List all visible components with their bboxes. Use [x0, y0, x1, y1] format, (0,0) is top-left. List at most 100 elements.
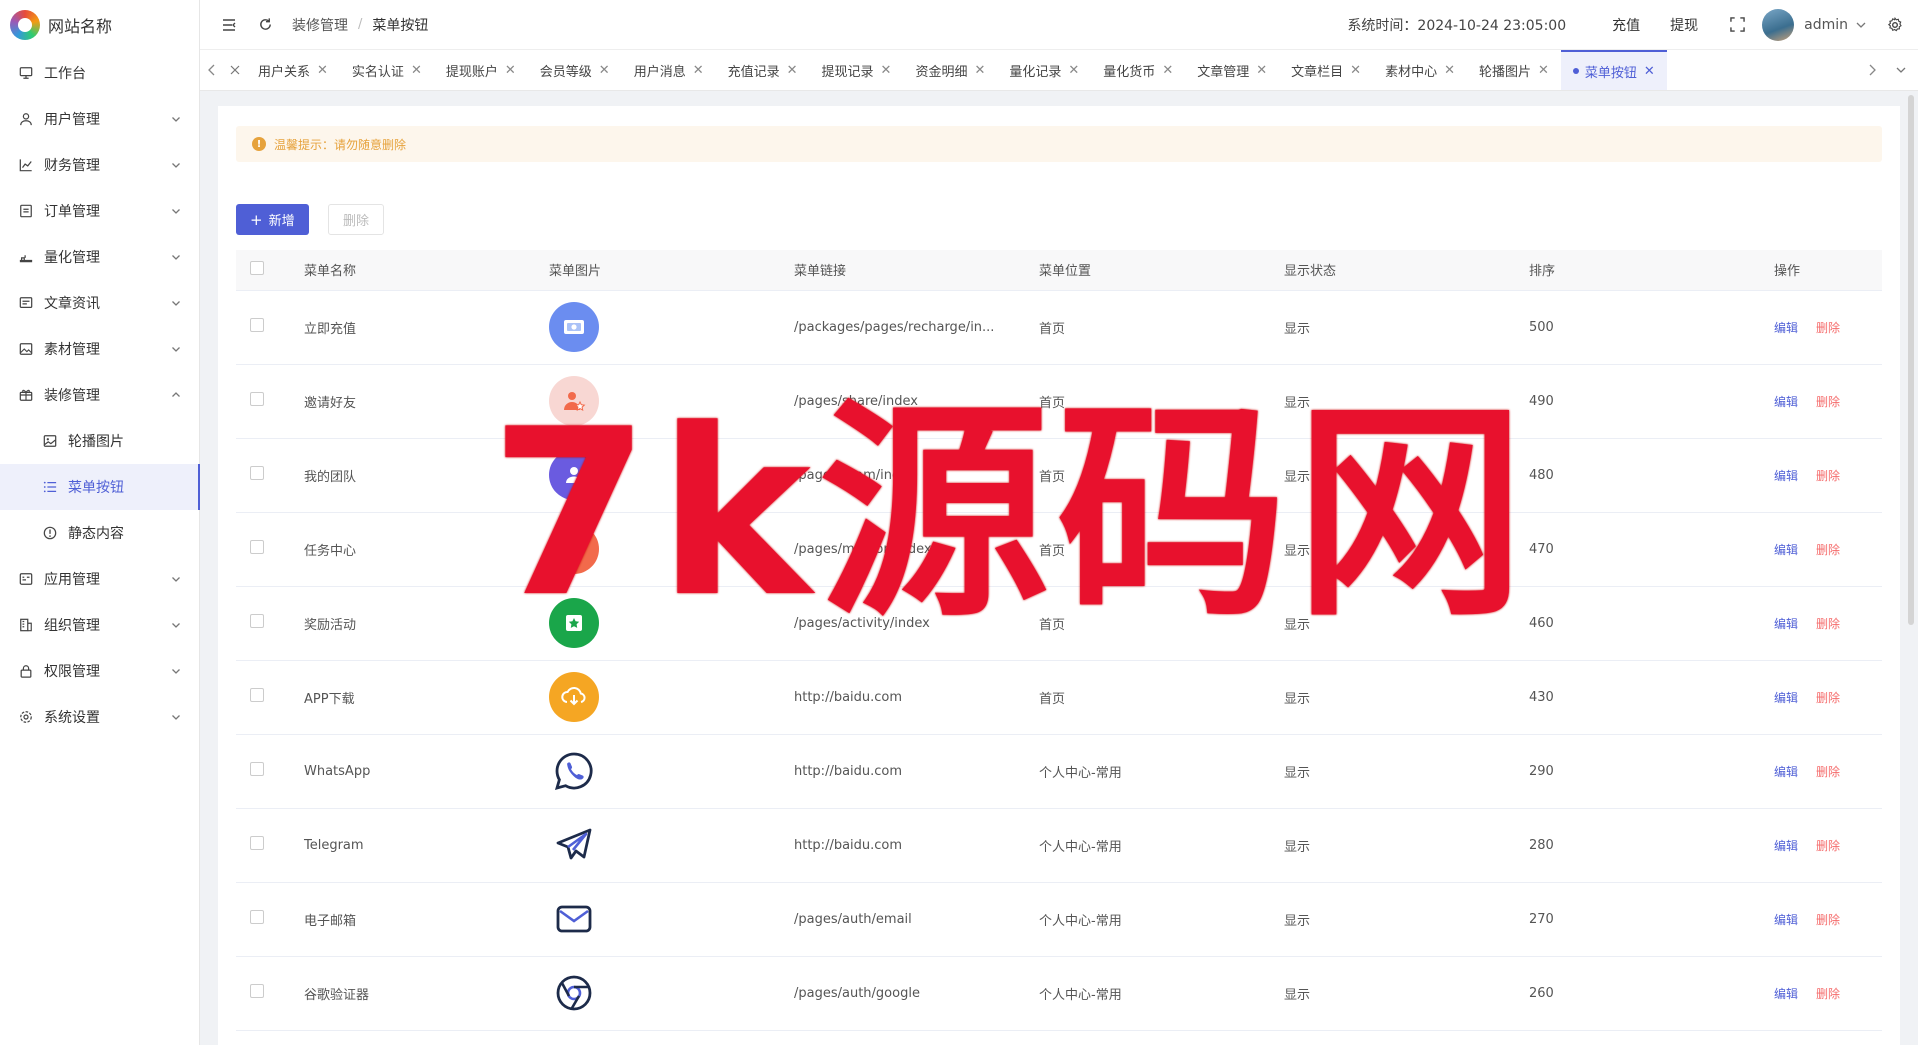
tab-close-icon[interactable]: ✕	[1538, 63, 1549, 78]
tab-close-icon[interactable]: ✕	[1162, 63, 1173, 78]
row-checkbox[interactable]	[250, 540, 264, 554]
delete-button[interactable]: 删除	[1816, 839, 1840, 853]
delete-button[interactable]: 删除	[1816, 543, 1840, 557]
menu-toggle-icon[interactable]	[220, 16, 238, 34]
edit-button[interactable]: 编辑	[1774, 469, 1798, 483]
sidebar-item-8[interactable]: 轮播图片	[0, 418, 199, 464]
tab-6[interactable]: 提现记录 ✕	[810, 50, 904, 90]
sidebar-item-11[interactable]: 应用管理	[0, 556, 199, 602]
tab-close-icon[interactable]: ✕	[1350, 63, 1361, 78]
tab-close-icon[interactable]: ✕	[411, 63, 422, 78]
tab-10[interactable]: 文章管理 ✕	[1185, 50, 1279, 90]
tab-close-icon[interactable]: ✕	[881, 63, 892, 78]
breadcrumb-parent[interactable]: 装修管理	[292, 15, 348, 35]
row-checkbox[interactable]	[250, 836, 264, 850]
tab-scroll-right-icon[interactable]	[1860, 50, 1884, 90]
sidebar-item-0[interactable]: 工作台	[0, 50, 199, 96]
delete-button[interactable]: 删除	[1816, 395, 1840, 409]
sidebar-item-label: 工作台	[44, 66, 86, 82]
tab-11[interactable]: 文章栏目 ✕	[1279, 50, 1373, 90]
delete-button[interactable]: 删除	[1816, 987, 1840, 1001]
sidebar-item-2[interactable]: 财务管理	[0, 142, 199, 188]
menu-status-cell: 显示	[1284, 808, 1529, 883]
sidebar-item-9[interactable]: 菜单按钮	[0, 464, 200, 510]
tab-close-icon[interactable]: ✕	[693, 63, 704, 78]
sidebar-item-3[interactable]: 订单管理	[0, 188, 199, 234]
delete-button[interactable]: 删除	[1816, 321, 1840, 335]
row-checkbox[interactable]	[250, 466, 264, 480]
tab-close-icon[interactable]: ✕	[787, 63, 798, 78]
tab-close-icon[interactable]: ✕	[1256, 63, 1267, 78]
sidebar-item-1[interactable]: 用户管理	[0, 96, 199, 142]
sidebar-item-6[interactable]: 素材管理	[0, 326, 199, 372]
tab-0[interactable]: 用户关系 ✕	[246, 50, 340, 90]
plus-icon: +	[250, 210, 263, 229]
tab-close-icon[interactable]: ✕	[505, 63, 516, 78]
edit-button[interactable]: 编辑	[1774, 765, 1798, 779]
tab-scroll-left-icon[interactable]	[200, 50, 224, 90]
tab-14[interactable]: 菜单按钮 ✕	[1560, 50, 1667, 90]
tab-8[interactable]: 量化记录 ✕	[997, 50, 1091, 90]
edit-button[interactable]: 编辑	[1774, 987, 1798, 1001]
row-checkbox[interactable]	[250, 392, 264, 406]
user-name[interactable]: admin	[1804, 17, 1848, 33]
tab-2[interactable]: 提现账户 ✕	[434, 50, 528, 90]
tab-1[interactable]: 实名认证 ✕	[340, 50, 434, 90]
settings-gear-icon[interactable]	[1886, 16, 1904, 34]
tab-13[interactable]: 轮播图片 ✕	[1467, 50, 1561, 90]
sidebar-item-5[interactable]: 文章资讯	[0, 280, 199, 326]
page-scrollbar[interactable]	[1908, 95, 1914, 625]
tab-close-icon[interactable]: ✕	[974, 63, 985, 78]
tab-close-icon[interactable]: ✕	[1444, 63, 1455, 78]
refresh-icon[interactable]	[256, 16, 274, 34]
row-checkbox[interactable]	[250, 984, 264, 998]
delete-button[interactable]: 删除	[1816, 765, 1840, 779]
sidebar-item-14[interactable]: 系统设置	[0, 694, 199, 740]
delete-button[interactable]: 删除	[1816, 617, 1840, 631]
edit-button[interactable]: 编辑	[1774, 691, 1798, 705]
row-checkbox[interactable]	[250, 910, 264, 924]
tab-close-icon[interactable]: ✕	[599, 63, 610, 78]
row-checkbox[interactable]	[250, 688, 264, 702]
tab-menu-chevron-icon[interactable]	[1884, 50, 1918, 90]
edit-button[interactable]: 编辑	[1774, 543, 1798, 557]
close-all-tabs-icon[interactable]	[224, 50, 246, 90]
avatar[interactable]	[1762, 8, 1795, 41]
row-checkbox[interactable]	[250, 318, 264, 332]
tab-close-icon[interactable]: ✕	[1068, 63, 1079, 78]
select-all-checkbox[interactable]	[250, 260, 264, 275]
menu-link-cell: http://baidu.com	[794, 734, 1039, 809]
edit-button[interactable]: 编辑	[1774, 395, 1798, 409]
tab-4[interactable]: 用户消息 ✕	[622, 50, 716, 90]
delete-button[interactable]: 删除	[1816, 691, 1840, 705]
sidebar-item-4[interactable]: 量化管理	[0, 234, 199, 280]
tab-close-icon[interactable]: ✕	[317, 63, 328, 78]
sidebar-item-10[interactable]: 静态内容	[0, 510, 199, 556]
bulk-delete-button[interactable]: 删除	[328, 204, 385, 235]
tab-12[interactable]: 素材中心 ✕	[1373, 50, 1467, 90]
sidebar-item-12[interactable]: 组织管理	[0, 602, 199, 648]
edit-button[interactable]: 编辑	[1774, 839, 1798, 853]
delete-button[interactable]: 删除	[1816, 913, 1840, 927]
sidebar-item-7[interactable]: 装修管理	[0, 372, 199, 418]
brand-logo[interactable]: 网站名称	[0, 0, 199, 50]
tab-3[interactable]: 会员等级 ✕	[528, 50, 622, 90]
edit-button[interactable]: 编辑	[1774, 321, 1798, 335]
tab-close-icon[interactable]: ✕	[1644, 64, 1655, 79]
delete-button[interactable]: 删除	[1816, 469, 1840, 483]
sidebar-item-label: 组织管理	[44, 618, 100, 634]
withdraw-link[interactable]: 提现	[1670, 15, 1698, 35]
row-checkbox[interactable]	[250, 614, 264, 628]
recharge-link[interactable]: 充值	[1612, 15, 1640, 35]
tab-5[interactable]: 充值记录 ✕	[716, 50, 810, 90]
add-button[interactable]: + 新增	[236, 204, 309, 235]
tab-9[interactable]: 量化货币 ✕	[1091, 50, 1185, 90]
sidebar-item-13[interactable]: 权限管理	[0, 648, 199, 694]
chevron-down-icon[interactable]	[1852, 16, 1870, 34]
fullscreen-icon[interactable]	[1728, 16, 1746, 34]
row-checkbox[interactable]	[250, 762, 264, 776]
edit-button[interactable]: 编辑	[1774, 617, 1798, 631]
tab-7[interactable]: 资金明细 ✕	[903, 50, 997, 90]
edit-button[interactable]: 编辑	[1774, 913, 1798, 927]
notice-text: 温馨提示：请勿随意删除	[274, 137, 407, 152]
